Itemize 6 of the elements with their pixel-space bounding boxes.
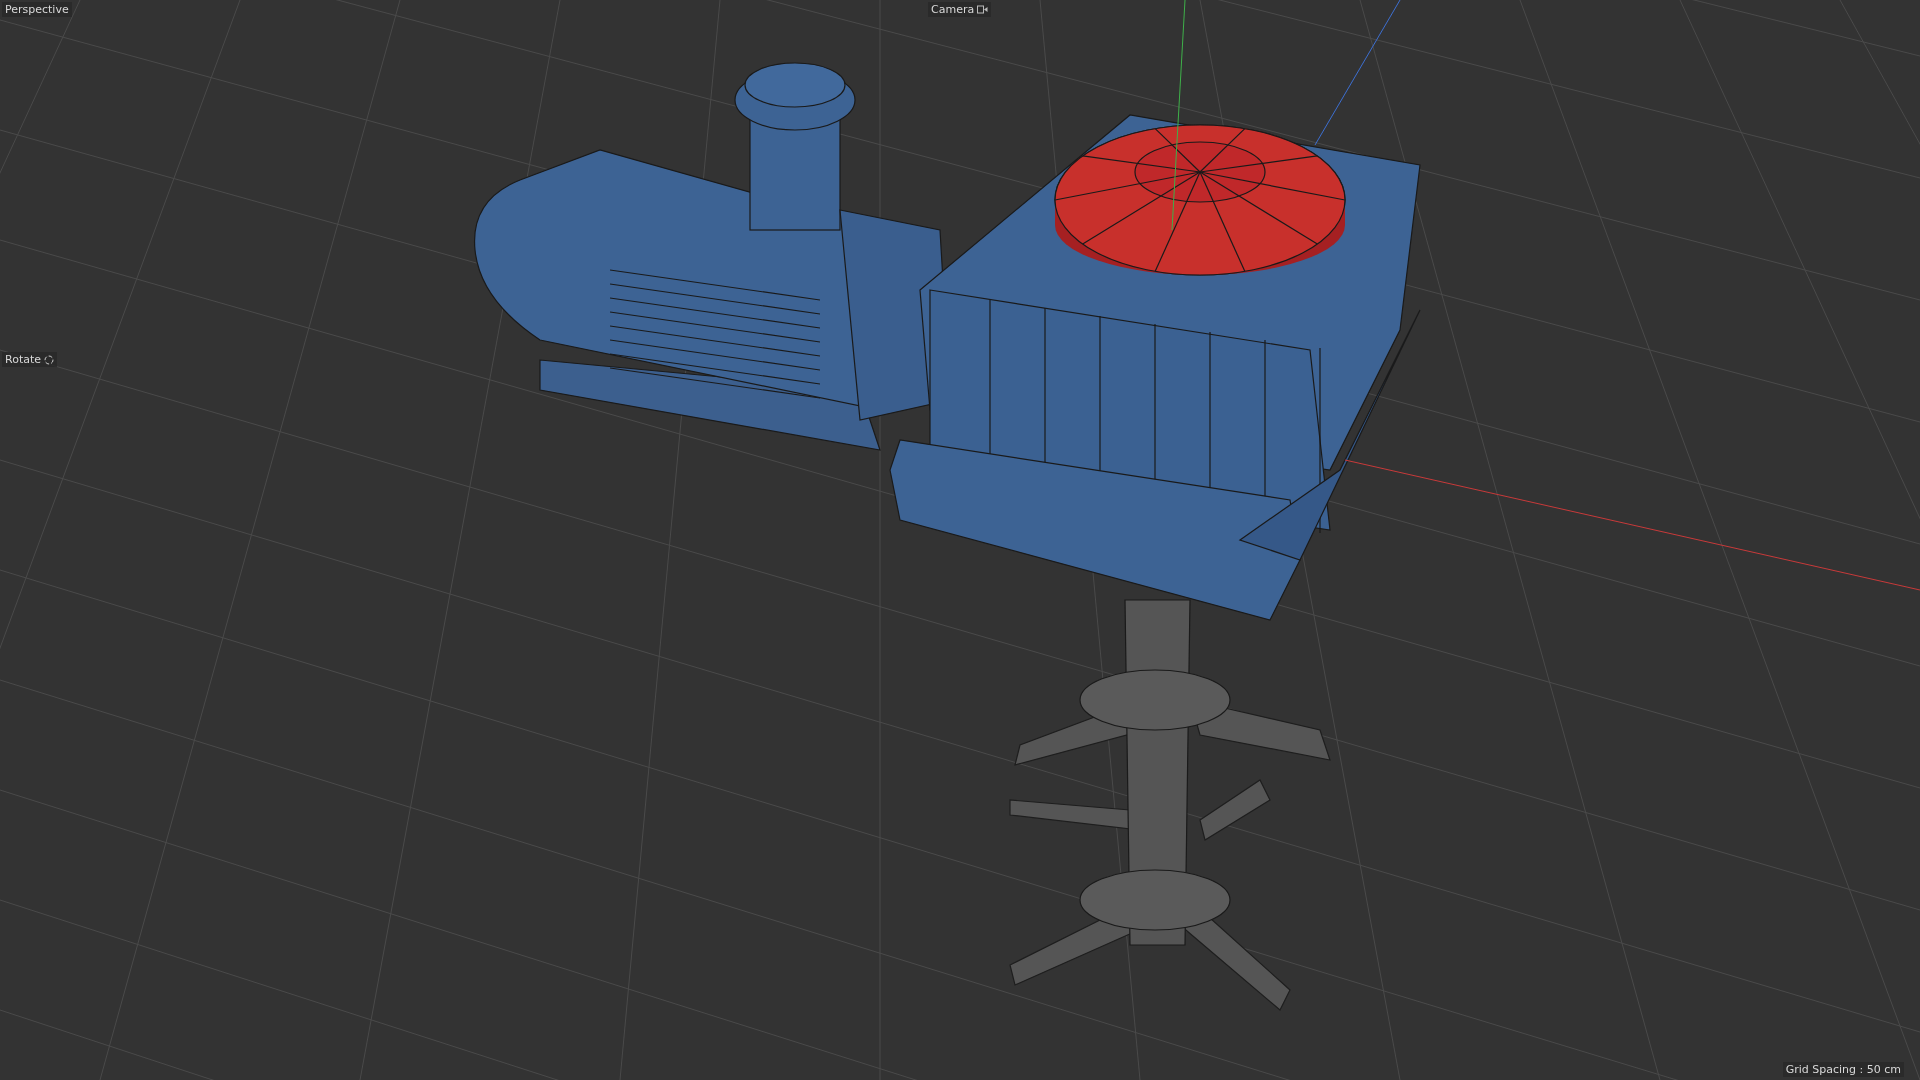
rotate-mode-label: Rotate	[2, 352, 57, 367]
grid-spacing-label: Grid Spacing : 50 cm	[1782, 1062, 1904, 1077]
rotate-icon	[44, 354, 54, 365]
camera-menu[interactable]: Camera	[928, 2, 992, 17]
camera-icon	[977, 5, 989, 14]
view-name-label[interactable]: Perspective	[2, 2, 72, 17]
